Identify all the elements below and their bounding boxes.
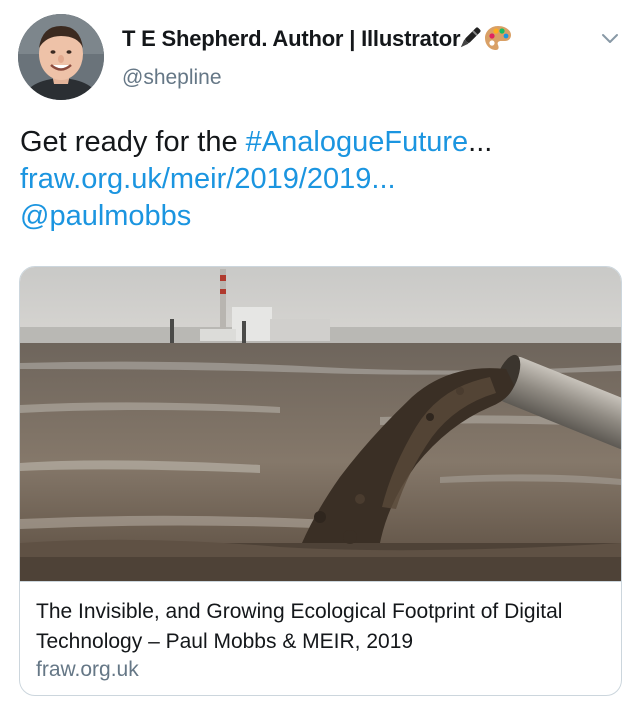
tweet-text: Get ready for the #AnalogueFuture... fra… — [20, 124, 620, 235]
card-image — [20, 267, 621, 581]
display-name[interactable]: T E Shepherd. Author | Illustrator — [122, 26, 461, 52]
mention-link[interactable]: @paulmobbs — [20, 200, 191, 232]
avatar-photo — [18, 14, 104, 100]
artist-palette-icon — [485, 26, 511, 50]
card-domain: fraw.org.uk — [36, 658, 139, 681]
card-title: The Invisible, and Growing Ecological Fo… — [36, 600, 563, 653]
user-handle[interactable]: @shepline — [122, 66, 222, 90]
hashtag-link[interactable]: #AnalogueFuture — [246, 126, 469, 158]
card-image-photo — [20, 267, 621, 581]
tweet-ellipsis: ... — [468, 126, 493, 158]
avatar[interactable] — [18, 14, 104, 100]
tweet: T E Shepherd. Author | Illustrator @shep… — [0, 0, 640, 703]
pen-icon — [460, 27, 481, 48]
card-divider — [20, 581, 621, 582]
tweet-text-prefix: Get ready for the — [20, 126, 246, 158]
tweet-text-line-1: Get ready for the #AnalogueFuture... — [20, 124, 620, 161]
url-link[interactable]: fraw.org.uk/meir/2019/2019... — [20, 163, 396, 195]
link-card[interactable]: The Invisible, and Growing Ecological Fo… — [19, 266, 622, 696]
tweet-text-line-3: @paulmobbs — [20, 198, 620, 235]
chevron-down-icon[interactable] — [600, 28, 620, 48]
tweet-text-line-2: fraw.org.uk/meir/2019/2019... — [20, 161, 620, 198]
